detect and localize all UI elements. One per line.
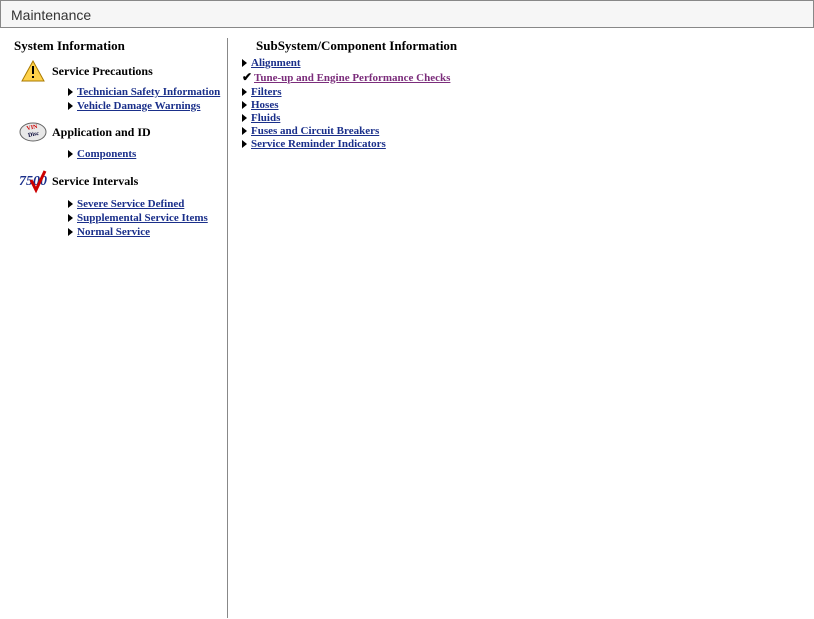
check-icon: ✔ <box>242 70 252 85</box>
vin-disc-icon: VIN Disc <box>14 120 52 144</box>
arrow-icon <box>68 228 73 236</box>
mileage-check-icon: 7500 <box>14 168 52 194</box>
section-application-id: VIN Disc Application and ID <box>14 120 227 144</box>
heading-application-id: Application and ID <box>52 125 151 140</box>
subsystem-row: Alignment <box>242 57 814 69</box>
arrow-icon <box>68 200 73 208</box>
link-fluids[interactable]: Fluids <box>251 112 280 124</box>
arrow-icon <box>242 127 247 135</box>
link-supplemental-items[interactable]: Supplemental Service Items <box>77 212 208 224</box>
page-title: Maintenance <box>11 7 91 23</box>
subsystem-row-selected: ✔ Tune-up and Engine Performance Checks <box>242 70 814 85</box>
right-pane: SubSystem/Component Information Alignmen… <box>228 38 814 618</box>
left-pane: System Information Service Precautions T… <box>14 38 228 618</box>
arrow-icon <box>68 88 73 96</box>
arrow-icon <box>242 59 247 67</box>
link-normal-service[interactable]: Normal Service <box>77 226 150 238</box>
link-reminder-indicators[interactable]: Service Reminder Indicators <box>251 138 386 150</box>
right-pane-title: SubSystem/Component Information <box>256 38 814 54</box>
link-row: Supplemental Service Items <box>14 212 227 224</box>
heading-service-intervals: Service Intervals <box>52 174 138 189</box>
link-vehicle-damage[interactable]: Vehicle Damage Warnings <box>77 100 200 112</box>
link-row: Technician Safety Information <box>14 86 227 98</box>
title-bar: Maintenance <box>0 0 814 28</box>
link-fuses-breakers[interactable]: Fuses and Circuit Breakers <box>251 125 379 137</box>
link-filters[interactable]: Filters <box>251 86 282 98</box>
subsystem-row: Fuses and Circuit Breakers <box>242 125 814 137</box>
main-area: System Information Service Precautions T… <box>0 28 814 618</box>
subsystem-row: Hoses <box>242 99 814 111</box>
arrow-icon <box>68 150 73 158</box>
section-service-intervals: 7500 Service Intervals <box>14 168 227 194</box>
subsystem-row: Service Reminder Indicators <box>242 138 814 150</box>
link-tune-up[interactable]: Tune-up and Engine Performance Checks <box>254 72 450 84</box>
link-hoses[interactable]: Hoses <box>251 99 279 111</box>
arrow-icon <box>242 101 247 109</box>
subsystem-row: Fluids <box>242 112 814 124</box>
link-severe-service[interactable]: Severe Service Defined <box>77 198 184 210</box>
heading-service-precautions: Service Precautions <box>52 64 153 79</box>
arrow-icon <box>242 114 247 122</box>
arrow-icon <box>68 102 73 110</box>
left-pane-title: System Information <box>14 38 227 54</box>
link-row: Severe Service Defined <box>14 198 227 210</box>
section-service-precautions: Service Precautions <box>14 60 227 82</box>
link-components[interactable]: Components <box>77 148 136 160</box>
link-technician-safety[interactable]: Technician Safety Information <box>77 86 220 98</box>
arrow-icon <box>242 88 247 96</box>
link-row: Normal Service <box>14 226 227 238</box>
arrow-icon <box>68 214 73 222</box>
warning-icon <box>14 60 52 82</box>
link-row: Vehicle Damage Warnings <box>14 100 227 112</box>
link-row: Components <box>14 148 227 160</box>
link-alignment[interactable]: Alignment <box>251 57 301 69</box>
arrow-icon <box>242 140 247 148</box>
subsystem-row: Filters <box>242 86 814 98</box>
